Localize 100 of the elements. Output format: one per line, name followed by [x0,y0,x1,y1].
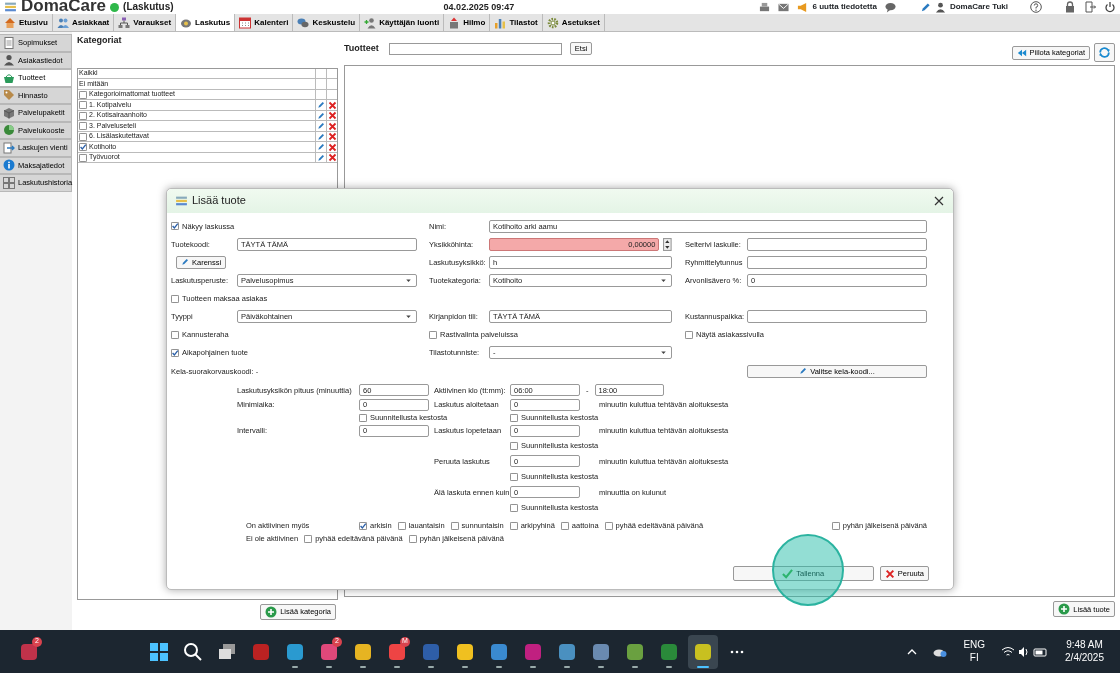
language-indicator[interactable]: ENG FI [963,639,986,664]
module-name: (Laskutus) [123,1,174,13]
close-icon[interactable] [933,195,945,207]
checkbox[interactable] [604,521,613,530]
document-icon [3,36,15,49]
notepad-icon [557,641,577,662]
photo-icon [489,641,509,662]
more-icon[interactable] [730,649,744,654]
basket-icon [3,71,15,84]
chevron-up-icon[interactable] [907,648,918,655]
tag-icon [3,89,15,102]
app-icon [659,641,679,662]
checkbox[interactable] [171,348,179,357]
input-field[interactable] [747,255,927,269]
folder-icon [353,641,373,662]
input-field[interactable] [747,237,927,251]
checkbox[interactable] [171,330,179,339]
app-icon [523,641,543,662]
envelope-icon[interactable] [778,1,790,13]
checkbox[interactable] [79,101,87,110]
widgets-icon [19,641,39,662]
refresh-button[interactable] [1094,43,1115,62]
delete-icon[interactable] [327,142,337,152]
delete-icon[interactable] [327,153,337,163]
checkbox[interactable] [171,222,179,231]
checkbox[interactable] [450,521,459,530]
nav-tab[interactable]: Käyttäjän luonti [360,14,445,31]
app-icon [387,641,407,662]
logout-icon[interactable] [1084,1,1096,13]
clock[interactable]: 9:48 AM 2/4/2025 [1065,639,1104,664]
app-icon [319,641,339,662]
nav-tab[interactable]: Asetukset [542,14,605,31]
app-icon [175,194,188,208]
checkbox[interactable] [359,521,367,530]
nav-tab[interactable]: Asiakkaat [52,14,115,31]
people-icon [56,16,69,29]
search-field[interactable] [388,42,562,55]
checkbox[interactable] [79,143,87,152]
input-field[interactable] [747,310,927,324]
lock-icon[interactable] [1064,1,1076,13]
printer-icon[interactable] [759,1,771,13]
checkbox[interactable] [509,521,518,530]
user-link[interactable]: DomaCare Tuki [949,2,1008,12]
delete-icon[interactable] [327,111,337,121]
delete-icon[interactable] [327,132,337,142]
checkbox[interactable] [685,330,693,339]
nav-tab[interactable]: Tilastot [490,14,543,31]
nav-tab[interactable]: Etusivu [0,14,53,31]
checkbox[interactable] [359,413,367,422]
grid-icon [3,176,15,189]
panel-title: Tuotteet [344,43,379,54]
checkbox[interactable] [79,122,87,131]
nav-tab[interactable]: Hilmo [444,14,491,31]
checkbox[interactable] [510,503,518,512]
checkbox[interactable] [79,153,87,162]
checkbox[interactable] [79,90,87,99]
checkbox[interactable] [79,132,87,141]
nav-tab[interactable]: Keskustelu [293,14,361,31]
user-icon[interactable] [934,1,946,13]
power-icon[interactable] [1104,1,1116,13]
calendar-icon [239,16,252,29]
house-icon [4,16,16,29]
check-icon [782,568,794,579]
app-icon [251,641,271,662]
checkbox[interactable] [408,534,417,543]
checkbox[interactable] [510,441,518,450]
windows-logo-icon [149,641,169,662]
logo-text: DomaCare [21,0,107,13]
help-icon[interactable] [1030,1,1042,13]
checkbox[interactable] [79,111,87,120]
app-icon [693,641,713,662]
checkbox[interactable] [560,521,569,530]
spinner-arrows-icon[interactable] [663,237,672,251]
taskbar-app[interactable] [688,634,718,669]
notices-link[interactable]: 6 uutta tiedotetta [812,2,877,12]
task-view-icon [217,641,237,662]
note-icon [455,641,475,662]
delete-icon[interactable] [327,100,337,110]
checkbox[interactable] [831,521,840,530]
checkbox[interactable] [397,521,406,530]
org-chart-icon [118,16,131,29]
checkbox[interactable] [304,534,313,543]
checkbox[interactable] [171,294,179,303]
chat-icon[interactable] [884,1,896,13]
nav-tab[interactable]: Laskutus [176,14,236,31]
checkbox[interactable] [510,472,518,481]
add-user-icon [364,16,377,29]
pie-chart-icon [3,124,15,137]
checkbox[interactable] [429,330,437,339]
delete-icon[interactable] [327,121,337,131]
checkbox[interactable] [510,413,518,422]
info-icon [3,159,15,172]
rewind-icon [1016,47,1027,58]
datetime: 04.02.2025 09:47 [443,1,515,13]
app-icon [625,641,645,662]
nav-tab[interactable]: Kalenteri [235,14,294,31]
app-icon [285,641,305,662]
system-status-icon[interactable] [1001,645,1050,658]
refresh-icon [1098,46,1111,59]
export-icon [3,141,15,154]
